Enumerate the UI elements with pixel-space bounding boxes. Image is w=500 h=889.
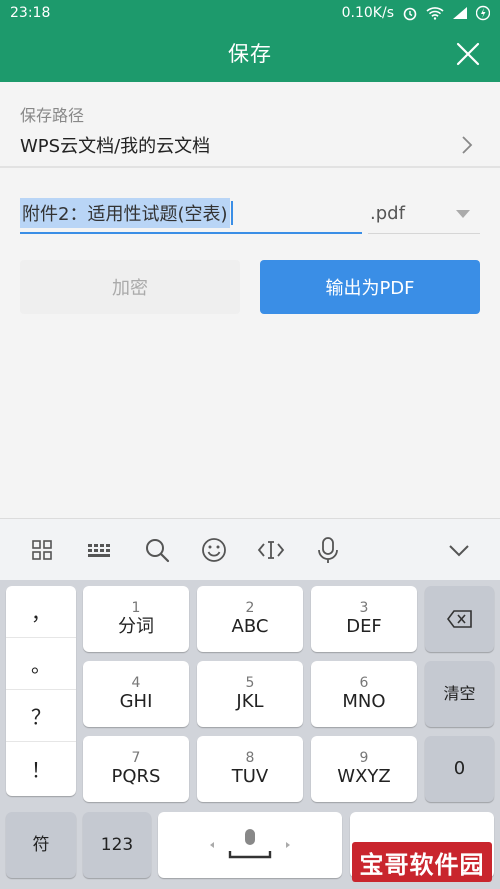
key-label: WXYZ — [337, 766, 391, 787]
save-dialog-content: 保存路径 WPS云文档/我的云文档 附件2：适用性试题(空表) .pdf 加密 … — [0, 82, 500, 518]
key-0[interactable]: 0 — [425, 736, 494, 802]
key-number: 7 — [131, 750, 141, 766]
extension-select[interactable]: .pdf — [368, 194, 480, 234]
microphone-icon[interactable] — [313, 535, 343, 565]
key-label: DEF — [346, 616, 382, 637]
key-label: 0 — [453, 758, 466, 779]
key-number: 3 — [359, 600, 369, 616]
key-number: 8 — [245, 750, 255, 766]
key-5[interactable]: 5 JKL — [197, 661, 303, 727]
key-label: TUV — [231, 766, 269, 787]
chevron-right-icon — [462, 136, 473, 154]
status-icons: 0.10K/s — [342, 5, 490, 21]
key-symbols[interactable]: 符 — [6, 812, 76, 878]
key-label: MNO — [342, 691, 386, 712]
wifi-icon — [426, 7, 444, 20]
key-space[interactable] — [158, 812, 342, 878]
keyboard-icon[interactable] — [85, 535, 115, 565]
search-icon[interactable] — [142, 535, 172, 565]
emoji-icon[interactable] — [199, 535, 229, 565]
encrypt-button[interactable]: 加密 — [20, 260, 240, 314]
key-label: PQRS — [111, 766, 161, 787]
key-6[interactable]: 6 MNO — [311, 661, 417, 727]
status-time: 23:18 — [10, 5, 51, 21]
text-cursor-icon[interactable] — [256, 535, 286, 565]
extension-value: .pdf — [370, 203, 405, 224]
export-pdf-button[interactable]: 输出为PDF — [260, 260, 480, 314]
status-bar: 23:18 0.10K/s — [0, 0, 500, 26]
network-speed: 0.10K/s — [341, 5, 394, 21]
key-period[interactable]: 。 — [6, 638, 76, 690]
key-number: 2 — [245, 600, 255, 616]
close-icon[interactable] — [454, 40, 482, 68]
battery-charging-icon — [476, 5, 490, 21]
key-9[interactable]: 9 WXYZ — [311, 736, 417, 802]
key-label: 分词 — [118, 616, 154, 637]
key-1[interactable]: 1 分词 — [83, 586, 189, 652]
key-number: 9 — [359, 750, 369, 766]
chevron-down-icon[interactable] — [444, 535, 474, 565]
divider — [0, 166, 500, 168]
key-clear[interactable]: 清空 — [425, 661, 494, 727]
watermark-logo: 宝哥软件园 — [352, 842, 492, 882]
space-bar-microphone-icon — [210, 829, 290, 859]
key-label: 清空 — [443, 684, 476, 703]
dropdown-arrow-icon — [456, 210, 470, 218]
page-title: 保存 — [228, 42, 272, 66]
symbol-column: ， 。 ？ ！ — [6, 586, 76, 796]
key-label: JKL — [236, 691, 264, 712]
key-4[interactable]: 4 GHI — [83, 661, 189, 727]
key-comma[interactable]: ， — [6, 586, 76, 638]
key-number: 5 — [245, 675, 255, 691]
key-8[interactable]: 8 TUV — [197, 736, 303, 802]
key-7[interactable]: 7 PQRS — [83, 736, 189, 802]
key-label: 123 — [100, 835, 134, 855]
alarm-icon — [403, 7, 417, 21]
save-path-row[interactable]: 保存路径 WPS云文档/我的云文档 — [0, 82, 500, 166]
keyboard-toolbar — [0, 518, 500, 580]
filename-input[interactable]: 附件2：适用性试题(空表) — [20, 194, 362, 234]
key-label: GHI — [119, 691, 153, 712]
key-2[interactable]: 2 ABC — [197, 586, 303, 652]
save-path-label: 保存路径 — [20, 106, 85, 125]
save-path-value: WPS云文档/我的云文档 — [20, 136, 211, 157]
backspace-icon — [446, 610, 472, 628]
key-3[interactable]: 3 DEF — [311, 586, 417, 652]
key-backspace[interactable] — [425, 586, 494, 652]
key-label: 符 — [32, 835, 50, 855]
key-number: 4 — [131, 675, 141, 691]
filename-value: 附件2：适用性试题(空表) — [20, 198, 230, 228]
key-number: 1 — [131, 600, 141, 616]
title-bar: 保存 — [0, 26, 500, 82]
key-number: 6 — [359, 675, 369, 691]
signal-icon — [453, 7, 467, 19]
key-123[interactable]: 123 — [83, 812, 151, 878]
grid-icon[interactable] — [27, 535, 57, 565]
key-label: ABC — [231, 616, 269, 637]
key-question[interactable]: ？ — [6, 690, 76, 742]
key-exclamation[interactable]: ！ — [6, 742, 76, 794]
text-caret — [230, 201, 233, 225]
